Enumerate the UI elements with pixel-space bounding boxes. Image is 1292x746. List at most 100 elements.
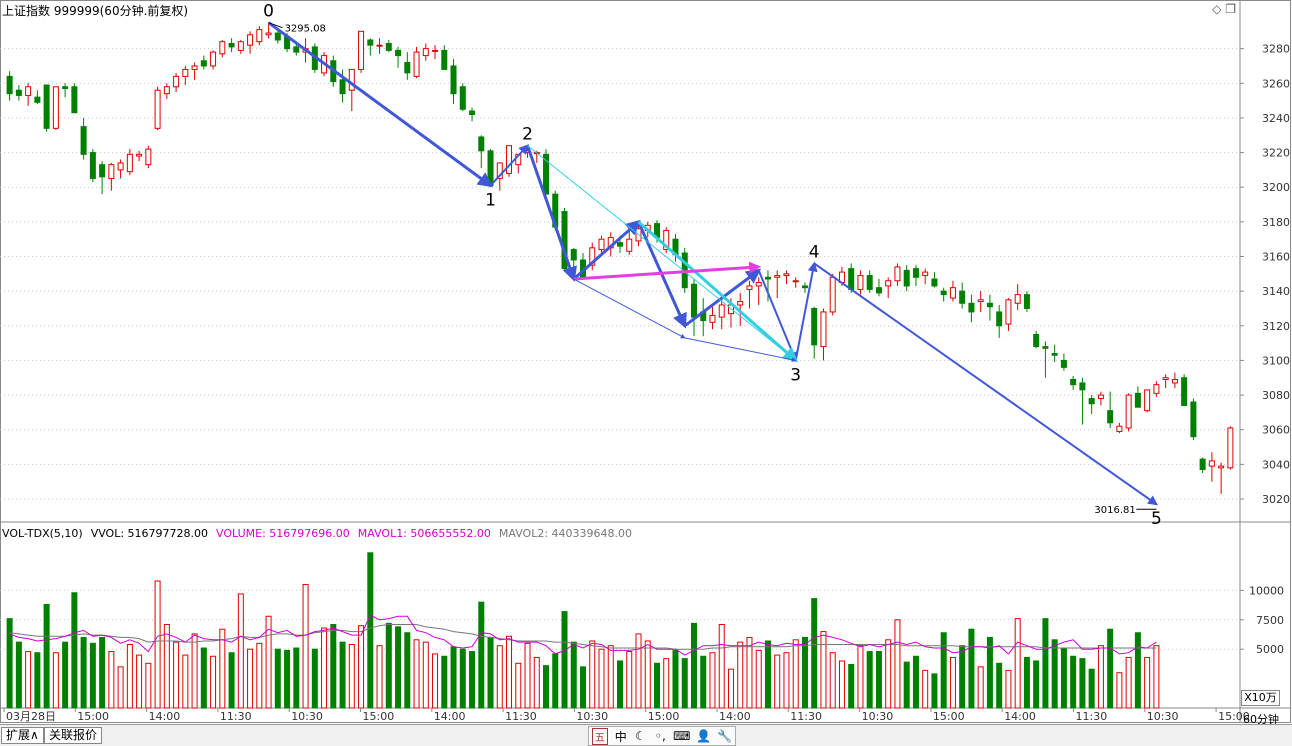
volume-bar (1070, 655, 1077, 709)
volume-bar (247, 648, 254, 709)
candle-body (755, 281, 762, 287)
chart-frame (0, 0, 1291, 723)
candle (931, 272, 938, 288)
volume-bar (570, 641, 577, 709)
candle-body (1171, 378, 1178, 384)
candle (912, 265, 919, 286)
time-tick-label: 11:30 (220, 710, 252, 723)
volume-bar (959, 645, 966, 709)
price-tick-label: 3280 (1262, 43, 1290, 56)
volume-bar (875, 651, 882, 709)
candle-body (71, 86, 78, 114)
candle (182, 65, 189, 86)
volume-bar (1033, 660, 1040, 709)
candle (15, 85, 22, 101)
candle-body (690, 283, 697, 318)
dots-icon[interactable]: ◦, (653, 729, 667, 743)
volume-bar (774, 654, 781, 709)
low-price-label: 3016.81 (1094, 505, 1135, 516)
candle-body (1042, 346, 1049, 349)
candle (801, 282, 808, 293)
tool-strip: 五 中 ☾ ◦, ⌨ 👤 🔧 (588, 726, 736, 746)
volume-bar (358, 625, 365, 709)
candle (385, 39, 392, 53)
volume-bar (801, 636, 808, 709)
high-price-label: 3295.08 (285, 24, 326, 35)
grid-lines (0, 48, 1240, 650)
candle (1088, 395, 1095, 415)
moon-icon[interactable]: ☾ (634, 729, 648, 743)
candle-body (801, 285, 808, 289)
candle (875, 279, 882, 297)
volume-unit-box[interactable]: X10万 (1241, 690, 1280, 706)
expand-tab[interactable]: 扩展∧ (1, 727, 44, 744)
candle-body (339, 79, 346, 95)
candle-body (894, 266, 901, 282)
candle-body (570, 249, 577, 261)
wave-segment (684, 337, 797, 363)
candle-body (848, 268, 855, 290)
candle (1181, 374, 1188, 406)
candle-body (737, 301, 744, 306)
wrench-icon[interactable]: 🔧 (717, 729, 732, 743)
candle (62, 83, 69, 98)
volume-bar (191, 633, 198, 709)
chinese-input-button[interactable]: 中 (614, 728, 628, 745)
candle-body (126, 153, 133, 173)
candle (746, 280, 753, 309)
volume-bar (533, 656, 540, 709)
candle-body (996, 311, 1003, 327)
candle (1042, 341, 1049, 378)
volume-bar (561, 611, 568, 709)
volume-bar (302, 584, 309, 709)
candle (792, 277, 799, 288)
volume-bar (848, 663, 855, 709)
candle (922, 268, 929, 285)
candle (829, 273, 836, 316)
volume-bar (1125, 656, 1132, 709)
related-quotes-tab[interactable]: 关联报价 (44, 727, 103, 744)
candle-body (89, 152, 96, 180)
volume-bar (274, 648, 281, 709)
candle (1162, 374, 1169, 389)
chart-area[interactable]: 0 1 2 3 4 5 3295.08 3016.81 3020 3040 3060 3080 310… (0, 0, 1292, 724)
candle-body (358, 30, 365, 70)
candle (894, 263, 901, 286)
volume-bar (145, 662, 152, 709)
volume-bar (1023, 656, 1030, 709)
candle-body (274, 32, 281, 41)
candle (1125, 393, 1132, 432)
candle (348, 68, 355, 112)
volume-bar (598, 648, 605, 709)
person-icon[interactable]: 👤 (696, 729, 711, 743)
candle (996, 305, 1003, 338)
volume-bar (755, 649, 762, 709)
volume-bar (210, 655, 217, 709)
candle (450, 59, 457, 105)
outer-border (0, 0, 1291, 723)
candle-body (395, 49, 402, 57)
volume-bar (764, 640, 771, 709)
candle (89, 149, 96, 183)
wave-segment (527, 145, 797, 362)
mavol1-value: MAVOL1: 506655552.00 (357, 527, 491, 540)
candle-body (478, 136, 485, 152)
time-axis: 03月28日 15:00 14:00 11:30 10:30 15:00 14:00 11:3… (3, 708, 1250, 723)
price-tick-label: 3040 (1262, 458, 1290, 471)
candle-body (265, 32, 272, 36)
candle (210, 50, 217, 70)
candle (968, 294, 975, 323)
candle (857, 270, 864, 295)
candle (469, 107, 476, 122)
volume-bar (681, 658, 688, 709)
volume-bar (182, 654, 189, 709)
volume-bar (43, 604, 50, 709)
keyboard-icon[interactable]: ⌨ (673, 729, 690, 743)
volume-bar (367, 552, 374, 709)
candle-body (237, 41, 244, 51)
volume-bar (219, 628, 226, 709)
candle-body (829, 276, 836, 313)
candle (700, 298, 707, 337)
volume-bar (912, 655, 919, 709)
five-button[interactable]: 五 (591, 727, 608, 745)
